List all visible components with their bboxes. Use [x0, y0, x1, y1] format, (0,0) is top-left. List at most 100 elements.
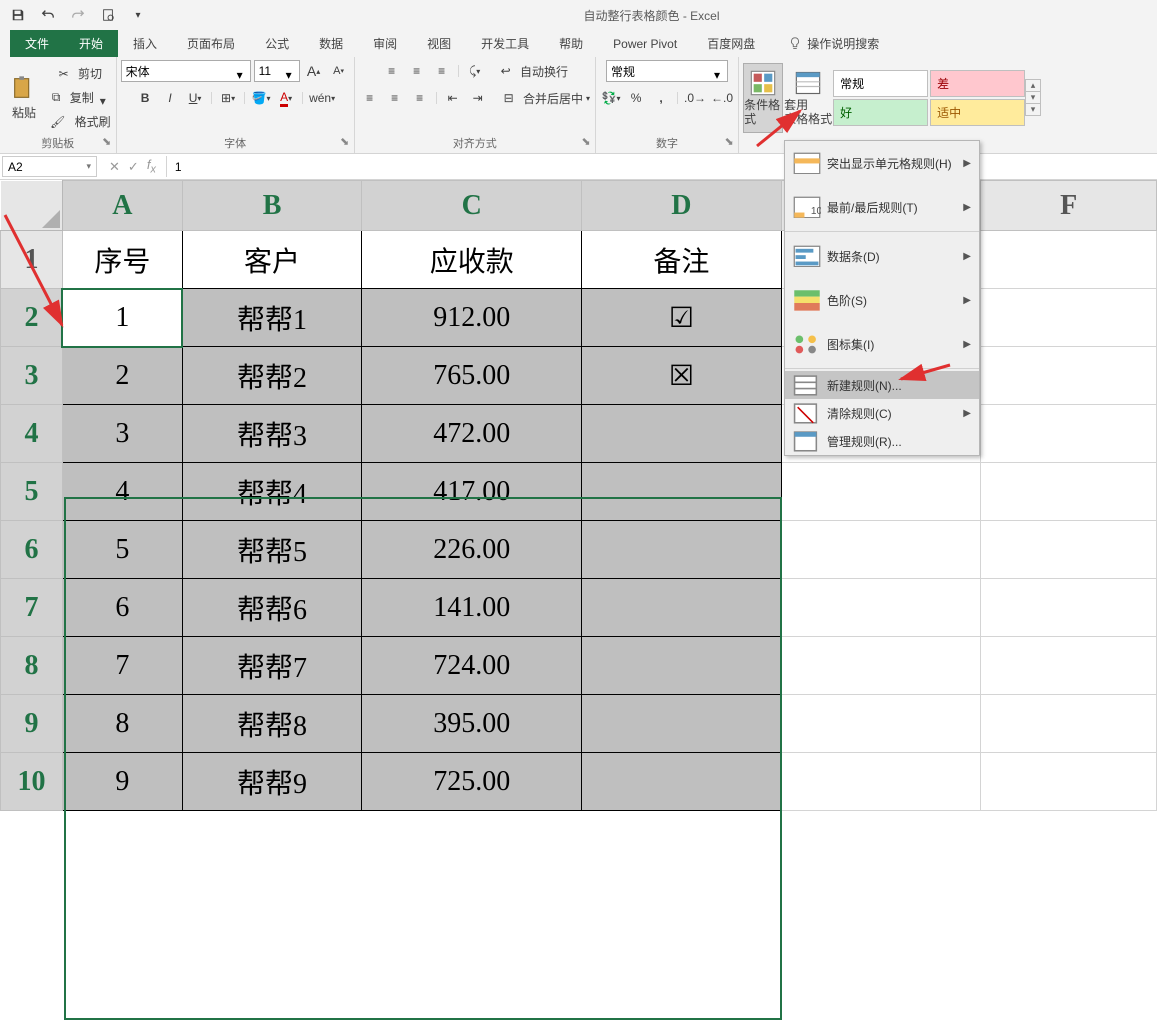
cell[interactable]: 725.00 [362, 753, 582, 811]
cell[interactable]: 帮帮9 [182, 753, 362, 811]
row-header[interactable]: 8 [1, 637, 63, 695]
cell[interactable]: 帮帮5 [182, 521, 362, 579]
cell[interactable]: 帮帮4 [182, 463, 362, 521]
col-header[interactable]: C [362, 181, 582, 231]
menu-data-bars[interactable]: 数据条(D) ▶ [785, 234, 979, 278]
increase-indent-button[interactable]: ⇥ [467, 87, 489, 109]
copy-button[interactable]: ⧉ 复制▾ [49, 87, 112, 109]
cell[interactable] [582, 579, 782, 637]
percent-button[interactable]: % [625, 87, 647, 109]
tab-baidu[interactable]: 百度网盘 [692, 30, 770, 57]
name-box[interactable]: A2▾ [2, 156, 97, 177]
decrease-decimal-button[interactable]: ←.0 [710, 87, 734, 109]
paste-button[interactable]: 粘贴 [4, 63, 44, 133]
cell[interactable]: 7 [62, 637, 182, 695]
confirm-icon[interactable]: ✓ [128, 159, 139, 175]
row-header[interactable]: 2 [1, 289, 63, 347]
cell[interactable]: ☒ [582, 347, 782, 405]
menu-new-rule[interactable]: 新建规则(N)... [785, 371, 979, 399]
cell[interactable] [781, 463, 981, 521]
wrap-text-button[interactable]: ↩ 自动换行 [500, 60, 569, 82]
cell[interactable] [582, 637, 782, 695]
cell[interactable]: 帮帮7 [182, 637, 362, 695]
menu-color-scales[interactable]: 色阶(S) ▶ [785, 278, 979, 322]
grow-font-button[interactable]: A▴ [303, 60, 325, 82]
comma-button[interactable]: , [650, 87, 672, 109]
save-icon[interactable] [10, 7, 26, 23]
undo-icon[interactable] [40, 7, 56, 23]
align-bottom-button[interactable]: ≡ [431, 60, 453, 82]
number-format-combo[interactable]: 常规▾ [606, 60, 728, 82]
align-left-button[interactable]: ≡ [359, 87, 381, 109]
cell[interactable]: 8 [62, 695, 182, 753]
row-header[interactable]: 4 [1, 405, 63, 463]
row-header[interactable]: 3 [1, 347, 63, 405]
cell[interactable] [981, 579, 1157, 637]
conditional-format-button[interactable]: 条件格式 [743, 63, 783, 133]
fill-color-button[interactable]: 🪣▾ [250, 87, 272, 109]
tab-view[interactable]: 视图 [412, 30, 466, 57]
tab-formula[interactable]: 公式 [250, 30, 304, 57]
cell[interactable]: 帮帮1 [182, 289, 362, 347]
row-header[interactable]: 6 [1, 521, 63, 579]
select-all-corner[interactable] [1, 181, 63, 231]
cell[interactable]: 9 [62, 753, 182, 811]
cell[interactable] [981, 695, 1157, 753]
cell[interactable] [981, 405, 1157, 463]
cell[interactable] [981, 463, 1157, 521]
cell[interactable]: 226.00 [362, 521, 582, 579]
tab-dev[interactable]: 开发工具 [466, 30, 544, 57]
launcher-icon[interactable]: ⬊ [579, 135, 593, 149]
cell[interactable]: 客户 [182, 231, 362, 289]
formula-input[interactable]: 1 [167, 154, 1157, 179]
fx-icon[interactable]: fx [147, 157, 156, 176]
menu-top-bottom[interactable]: 10 最前/最后规则(T) ▶ [785, 185, 979, 229]
cell[interactable] [781, 753, 981, 811]
cell[interactable] [582, 405, 782, 463]
cell[interactable]: 2 [62, 347, 182, 405]
tab-home[interactable]: 开始 [64, 30, 118, 57]
col-header[interactable]: D [582, 181, 782, 231]
redo-icon[interactable] [70, 7, 86, 23]
cell[interactable] [981, 637, 1157, 695]
col-header[interactable]: A [62, 181, 182, 231]
tab-layout[interactable]: 页面布局 [172, 30, 250, 57]
cell[interactable] [582, 753, 782, 811]
cell[interactable]: 帮帮8 [182, 695, 362, 753]
format-table-button[interactable]: 套用 表格格式 [788, 63, 828, 133]
cell[interactable]: 417.00 [362, 463, 582, 521]
style-neutral[interactable]: 适中 [930, 99, 1025, 126]
cell[interactable]: 帮帮2 [182, 347, 362, 405]
cell[interactable] [981, 231, 1157, 289]
font-size-combo[interactable]: 11▾ [254, 60, 300, 82]
row-header[interactable]: 1 [1, 231, 63, 289]
cell[interactable] [981, 289, 1157, 347]
italic-button[interactable]: I [159, 87, 181, 109]
col-header[interactable]: F [981, 181, 1157, 231]
cell[interactable]: 472.00 [362, 405, 582, 463]
cell[interactable]: 141.00 [362, 579, 582, 637]
row-header[interactable]: 9 [1, 695, 63, 753]
cell[interactable]: 帮帮6 [182, 579, 362, 637]
customize-qat-icon[interactable]: ▾ [130, 7, 146, 23]
launcher-icon[interactable]: ⬊ [338, 135, 352, 149]
cell[interactable]: 1 [62, 289, 182, 347]
tab-pivot[interactable]: Power Pivot [598, 30, 692, 57]
row-header[interactable]: 5 [1, 463, 63, 521]
menu-highlight-cells[interactable]: 突出显示单元格规则(H) ▶ [785, 141, 979, 185]
cell[interactable]: 3 [62, 405, 182, 463]
cell[interactable]: ☑ [582, 289, 782, 347]
tab-help[interactable]: 帮助 [544, 30, 598, 57]
cell[interactable] [981, 753, 1157, 811]
bold-button[interactable]: B [134, 87, 156, 109]
tab-review[interactable]: 审阅 [358, 30, 412, 57]
format-painter-button[interactable]: 🖌 格式刷 [49, 111, 112, 133]
increase-decimal-button[interactable]: .0→ [683, 87, 707, 109]
orientation-button[interactable]: ⤹▾ [464, 60, 486, 82]
style-bad[interactable]: 差 [930, 70, 1025, 97]
cell[interactable]: 序号 [62, 231, 182, 289]
menu-icon-sets[interactable]: 图标集(I) ▶ [785, 322, 979, 366]
accounting-button[interactable]: 💱▾ [600, 87, 622, 109]
cell[interactable] [582, 695, 782, 753]
cell[interactable] [582, 521, 782, 579]
